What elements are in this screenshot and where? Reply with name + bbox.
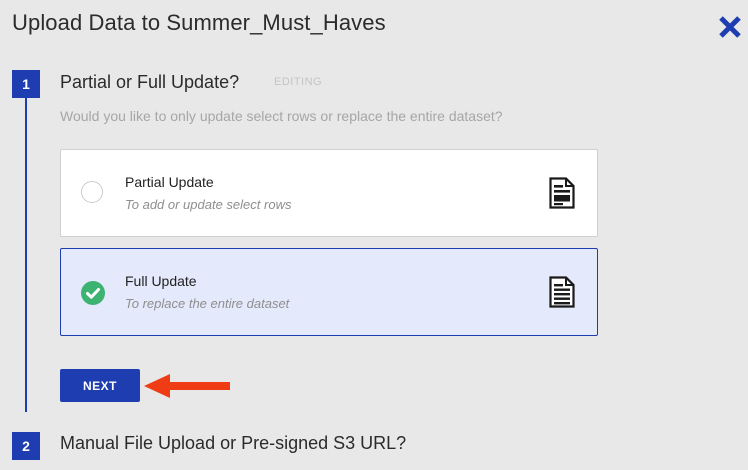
document-partial-icon bbox=[549, 177, 575, 209]
step-2-title: Manual File Upload or Pre-signed S3 URL? bbox=[60, 433, 407, 453]
step-timeline bbox=[25, 78, 27, 412]
step-1-question: Would you like to only update select row… bbox=[60, 108, 503, 124]
next-button[interactable]: NEXT bbox=[60, 369, 140, 402]
partial-update-radio[interactable] bbox=[81, 181, 103, 203]
partial-update-label: Partial Update bbox=[125, 174, 214, 190]
step-1-number: 1 bbox=[12, 70, 40, 98]
document-full-icon bbox=[549, 276, 575, 308]
annotation-arrow-icon bbox=[144, 374, 230, 398]
full-update-label: Full Update bbox=[125, 273, 197, 289]
partial-update-option[interactable]: Partial Update To add or update select r… bbox=[60, 149, 598, 237]
check-circle-icon[interactable] bbox=[81, 281, 105, 305]
step-1-status-badge: EDITING bbox=[274, 76, 323, 88]
dialog-title: Upload Data to Summer_Must_Haves bbox=[12, 10, 386, 35]
full-update-option[interactable]: Full Update To replace the entire datase… bbox=[60, 248, 598, 336]
full-update-description: To replace the entire dataset bbox=[125, 296, 290, 311]
step-2-number: 2 bbox=[12, 432, 40, 460]
close-icon[interactable] bbox=[716, 13, 744, 41]
partial-update-description: To add or update select rows bbox=[125, 197, 292, 212]
step-1-title: Partial or Full Update? bbox=[60, 72, 240, 92]
